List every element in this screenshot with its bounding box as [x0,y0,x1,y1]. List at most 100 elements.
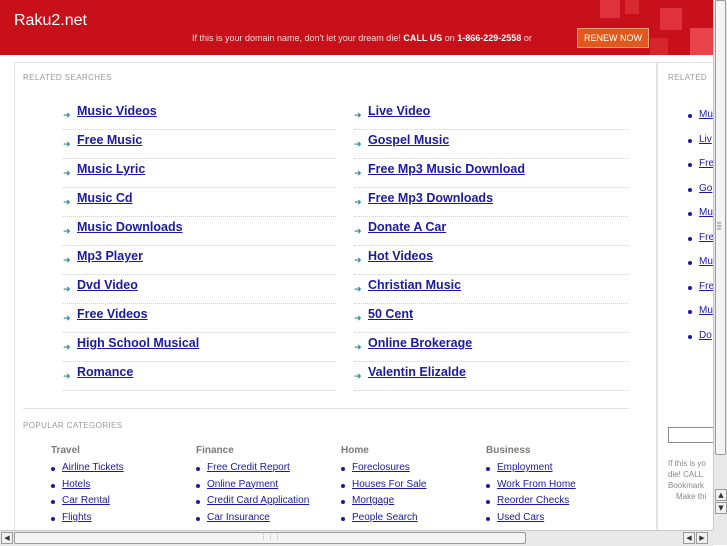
sidebar-link[interactable]: Fre [699,232,714,243]
sidebar: RELATED Mu Liv Fre Go Mu Fre Mu Fre Mu Do If this… [657,62,714,533]
decor-square [625,0,639,14]
related-search-link[interactable]: Free Mp3 Downloads [368,191,493,205]
category-link[interactable]: Work From Home [497,479,576,490]
scrollbar-corner [713,530,727,545]
arrow-right-icon: ➜ [354,343,362,353]
related-search-item[interactable]: ➜ Music Cd [63,188,336,217]
related-search-link[interactable]: Music Lyric [77,162,145,176]
arrow-right-icon: ➜ [63,198,71,208]
related-search-item[interactable]: ➜ Music Lyric [63,159,336,188]
scroll-left-icon[interactable]: ◀ [1,532,13,544]
related-search-link[interactable]: Christian Music [368,278,461,292]
related-search-item[interactable]: ➜ Romance [63,362,336,391]
vertical-scrollbar[interactable]: ═ ═ ═ ▲ ▼ [713,0,727,530]
related-search-link[interactable]: Dvd Video [77,278,138,292]
category-link[interactable]: Free Credit Report [207,462,290,473]
related-search-link[interactable]: High School Musical [77,336,199,350]
sidebar-link[interactable]: Mu [699,109,713,120]
related-search-item[interactable]: ➜ Free Mp3 Downloads [354,188,628,217]
horizontal-scrollbar[interactable]: ◀ ⋮⋮⋮ ◀ ▶ [0,530,713,546]
scroll-up-icon[interactable]: ▲ [715,489,727,501]
bullet-icon [688,310,692,314]
category-link[interactable]: Employment [497,462,553,473]
related-search-link[interactable]: 50 Cent [368,307,413,321]
arrow-right-icon: ➜ [63,140,71,150]
related-search-item[interactable]: ➜ Live Video [354,101,628,130]
category-link[interactable]: People Search [352,512,418,523]
arrow-right-icon: ➜ [354,372,362,382]
sidebar-link[interactable]: Liv [699,134,712,145]
related-search-link[interactable]: Free Videos [77,307,148,321]
arrow-right-icon: ➜ [63,343,71,353]
related-search-item[interactable]: ➜ Valentin Elizalde [354,362,628,391]
bullet-icon [51,467,55,471]
category-link[interactable]: Hotels [62,479,90,490]
category-link[interactable]: Car Insurance [207,512,270,523]
renew-now-button[interactable]: RENEW NOW [577,28,649,48]
arrow-right-icon: ➜ [354,227,362,237]
sidebar-link[interactable]: Fre [699,158,714,169]
category-link[interactable]: Houses For Sale [352,479,426,490]
category-link[interactable]: Foreclosures [352,462,410,473]
related-search-link[interactable]: Music Cd [77,191,133,205]
category-link[interactable]: Flights [62,512,91,523]
related-search-item[interactable]: ➜ Free Videos [63,304,336,333]
grip-icon: ⋮⋮⋮ [260,533,281,541]
sidebar-link[interactable]: Do [699,330,712,341]
related-search-item[interactable]: ➜ Music Downloads [63,217,336,246]
scroll-down-icon[interactable]: ▼ [715,502,727,514]
category-link[interactable]: Reorder Checks [497,495,569,506]
related-search-item[interactable]: ➜ 50 Cent [354,304,628,333]
related-search-link[interactable]: Hot Videos [368,249,433,263]
decor-square [650,38,668,55]
related-search-link[interactable]: Music Videos [77,104,157,118]
category-link[interactable]: Airline Tickets [62,462,124,473]
sidebar-link[interactable]: Mu [699,256,713,267]
bullet-icon [688,285,692,290]
related-search-item[interactable]: ➜ Free Music [63,130,336,159]
related-search-link[interactable]: Romance [77,365,133,379]
sidebar-link[interactable]: Fre [699,281,714,292]
sidebar-link[interactable]: Mu [699,305,713,316]
related-search-item[interactable]: ➜ Gospel Music [354,130,628,159]
related-search-link[interactable]: Mp3 Player [77,249,143,263]
bullet-icon [688,236,692,241]
related-search-link[interactable]: Online Brokerage [368,336,472,350]
related-search-link[interactable]: Donate A Car [368,220,446,234]
site-title[interactable]: Raku2.net [14,12,87,30]
related-search-link[interactable]: Free Mp3 Music Download [368,162,525,176]
sidebar-link[interactable]: Go [699,183,712,194]
related-search-item[interactable]: ➜ Music Videos [63,101,336,130]
arrow-right-icon: ➜ [354,169,362,179]
scroll-right-icon[interactable]: ▶ [696,532,708,544]
related-search-item[interactable]: ➜ Online Brokerage [354,333,628,362]
related-search-item[interactable]: ➜ Mp3 Player [63,246,336,275]
bullet-icon [688,114,692,118]
related-search-item[interactable]: ➜ Hot Videos [354,246,628,275]
related-search-item[interactable]: ➜ Christian Music [354,275,628,304]
related-search-link[interactable]: Music Downloads [77,220,183,234]
bullet-icon [51,516,55,521]
related-search-link[interactable]: Live Video [368,104,430,118]
category-link[interactable]: Online Payment [207,479,278,490]
related-search-link[interactable]: Gospel Music [368,133,449,147]
category-link[interactable]: Credit Card Application [207,495,309,506]
bullet-icon [486,467,490,471]
related-search-item[interactable]: ➜ Dvd Video [63,275,336,304]
sidebar-link[interactable]: Mu [699,207,713,218]
bullet-icon [486,516,490,521]
related-search-item[interactable]: ➜ High School Musical [63,333,336,362]
related-search-link[interactable]: Free Music [77,133,142,147]
related-search-item[interactable]: ➜ Donate A Car [354,217,628,246]
on-text: on [444,33,455,43]
decor-square [660,8,682,30]
related-search-link[interactable]: Valentin Elizalde [368,365,466,379]
arrow-right-icon: ➜ [354,256,362,266]
scroll-left-icon[interactable]: ◀ [683,532,695,544]
bullet-icon [196,483,200,488]
category-link[interactable]: Mortgage [352,495,394,506]
related-search-item[interactable]: ➜ Free Mp3 Music Download [354,159,628,188]
sidebar-search-input[interactable] [668,427,714,443]
category-link[interactable]: Car Rental [62,495,110,506]
category-link[interactable]: Used Cars [497,512,544,523]
